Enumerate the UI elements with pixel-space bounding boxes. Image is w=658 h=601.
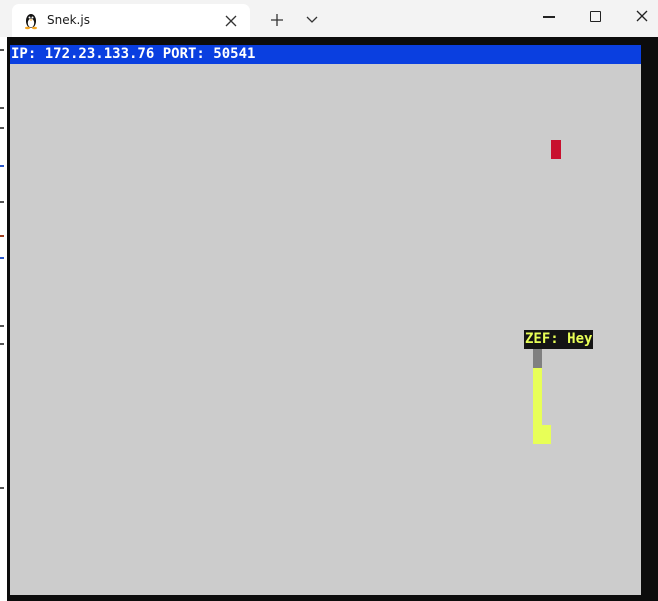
new-tab-plus-icon[interactable]: [270, 13, 284, 27]
server-status-bar: IP: 172.23.133.76 PORT: 50541: [10, 45, 641, 64]
maximize-icon[interactable]: [590, 11, 601, 22]
browser-titlebar: Snek.js: [0, 0, 658, 37]
close-window-icon[interactable]: [636, 10, 648, 22]
game-canvas[interactable]: IP: 172.23.133.76 PORT: 50541 ZEF: Hey: [10, 45, 641, 595]
minimize-icon[interactable]: [543, 16, 555, 18]
linux-penguin-icon: [25, 14, 37, 30]
snake-tail-segment: [533, 425, 551, 444]
chevron-down-icon[interactable]: [306, 16, 318, 24]
tab-snek[interactable]: Snek.js: [12, 4, 250, 37]
tab-title: Snek.js: [47, 13, 90, 27]
food-pellet: [551, 140, 561, 159]
background-window-edge: [0, 37, 7, 601]
snake-head: [533, 349, 542, 368]
chat-bubble: ZEF: Hey: [524, 330, 594, 349]
close-tab-icon[interactable]: [224, 14, 238, 28]
